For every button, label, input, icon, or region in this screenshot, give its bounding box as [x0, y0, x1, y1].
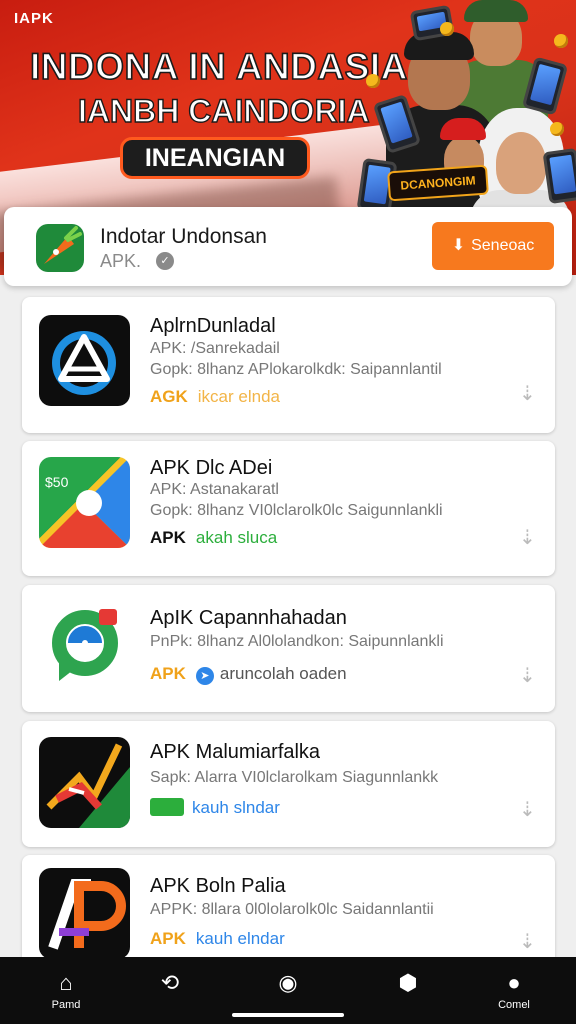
coin-icon — [366, 74, 380, 88]
carrot-app-icon — [36, 224, 84, 272]
featured-app-card[interactable]: Indotar Undonsan APK. ✓ ⬇ Seneoac — [4, 207, 572, 286]
app-info-line: PnPk: 8lhanz Al0lolandkon: Saipunnlankli — [150, 633, 444, 650]
app-tags: kauh slndar — [150, 798, 280, 818]
featured-app-subtitle: APK. — [100, 251, 142, 271]
nav-item-search[interactable]: ⟲ — [140, 971, 200, 997]
phone-icon — [372, 94, 422, 154]
coin-icon — [550, 122, 564, 136]
soldier-cap — [464, 0, 528, 22]
app-info-line: APK: Astanakaratl — [150, 481, 279, 498]
nav-label: Comel — [498, 999, 530, 1011]
woman-face — [496, 132, 546, 194]
app-tag-primary: APK — [150, 528, 186, 547]
app-title: APK Dlc ADei — [150, 457, 273, 479]
banner-title-line2: IANBH CAINDORIA — [77, 92, 370, 129]
featured-app-name: Indotar Undonsan — [100, 225, 267, 248]
app-card[interactable]: APK Malumiarfalka Sapk: Alarra VI0lclaro… — [22, 721, 555, 847]
nav-item-center[interactable]: ◉ — [258, 971, 318, 997]
download-icon[interactable]: ⇣ — [519, 929, 536, 953]
app-tag-secondary: kauh slndar — [192, 798, 280, 817]
colorful-circle-app-icon: $50 — [39, 457, 130, 548]
app-title: APK Boln Palia — [150, 875, 286, 897]
nav-item-hexagon[interactable]: ⬢ — [378, 971, 438, 997]
featured-cta-button[interactable]: ⬇ Seneoac — [432, 222, 554, 270]
featured-cta-label: Seneoac — [471, 237, 535, 254]
boy-red-cap — [440, 118, 486, 140]
app-tag-primary: AGK — [150, 387, 188, 406]
app-tag-secondary: ikcar elnda — [197, 387, 280, 406]
app-card[interactable]: APK Boln Palia APPK: 8llara 0l0lolarolk0… — [22, 855, 555, 965]
location-pin-app-icon — [39, 599, 130, 690]
coin-icon — [554, 34, 568, 48]
app-info-line: Gopk: 8lhanz VI0lclarolk0lc Saigunnlankl… — [150, 502, 443, 519]
bottom-nav: ⌂ Pamd ⟲ ◉ ⬢ ● Comel — [0, 957, 576, 1024]
chart-swoosh-app-icon — [39, 737, 130, 828]
app-tags: APK kauh elndar — [150, 929, 285, 949]
home-icon: ⌂ — [59, 970, 73, 995]
cash-icon — [150, 798, 184, 816]
banner-title-line1: INDONA IN ANDASIA — [29, 45, 408, 88]
verified-icon: ✓ — [156, 252, 174, 270]
app-tag-secondary: aruncolah oaden — [219, 664, 347, 683]
app-tag-secondary: akah sluca — [195, 528, 278, 547]
triangle-gear-app-icon — [39, 315, 130, 406]
app-tag-primary: APK — [150, 929, 186, 948]
download-icon: ⬇ — [451, 237, 466, 254]
hexagon-icon: ⬢ — [398, 970, 418, 995]
app-info-line: APK: /Sanrekadail — [150, 340, 280, 357]
app-title: ApIK Capannhahadan — [150, 607, 347, 629]
app-tags: APK akah sluca — [150, 528, 277, 548]
circle-icon: ◉ — [278, 970, 298, 995]
app-card[interactable]: $50 APK Dlc ADei APK: Astanakaratl Gopk:… — [22, 441, 555, 576]
app-info-line: APPK: 8llara 0l0lolarolk0lc Saidannlanti… — [150, 901, 434, 918]
app-card[interactable]: AplrnDunladal APK: /Sanrekadail Gopk: 8l… — [22, 297, 555, 433]
app-title: AplrnDunladal — [150, 315, 276, 337]
app-tags: APK ➤ aruncolah oaden — [150, 664, 347, 685]
home-indicator — [232, 1013, 344, 1017]
app-card[interactable]: ApIK Capannhahadan PnPk: 8lhanz Al0lolan… — [22, 585, 555, 712]
app-tag-primary: APK — [150, 664, 186, 683]
search-icon: ⟲ — [160, 970, 180, 995]
banner-corner-tag: IAPK — [14, 10, 54, 27]
app-info-line: Sapk: Alarra VI0lclarolkam Siagunnlankk — [150, 769, 439, 786]
app-info-line: Gopk: 8lhanz APlokarolkdk: Saipannlantil — [150, 361, 442, 378]
svg-text:$50: $50 — [45, 474, 69, 490]
profile-icon: ● — [507, 970, 521, 995]
nav-item-profile[interactable]: ● Comel — [484, 970, 544, 1012]
send-icon: ➤ — [195, 667, 214, 685]
banner-pill[interactable]: INEANGIAN — [120, 137, 310, 179]
nav-label: Pamd — [51, 999, 81, 1011]
app-tag-secondary: kauh elndar — [195, 929, 285, 948]
download-icon[interactable]: ⇣ — [519, 525, 536, 549]
app-title: APK Malumiarfalka — [150, 741, 321, 763]
coin-icon — [440, 22, 454, 36]
app-tags: AGK ikcar elnda — [150, 387, 280, 407]
download-icon[interactable]: ⇣ — [519, 663, 536, 687]
download-icon[interactable]: ⇣ — [519, 797, 536, 821]
ap-letters-app-icon — [39, 868, 130, 959]
download-icon[interactable]: ⇣ — [519, 381, 536, 405]
nav-item-home[interactable]: ⌂ Pamd — [36, 970, 96, 1012]
